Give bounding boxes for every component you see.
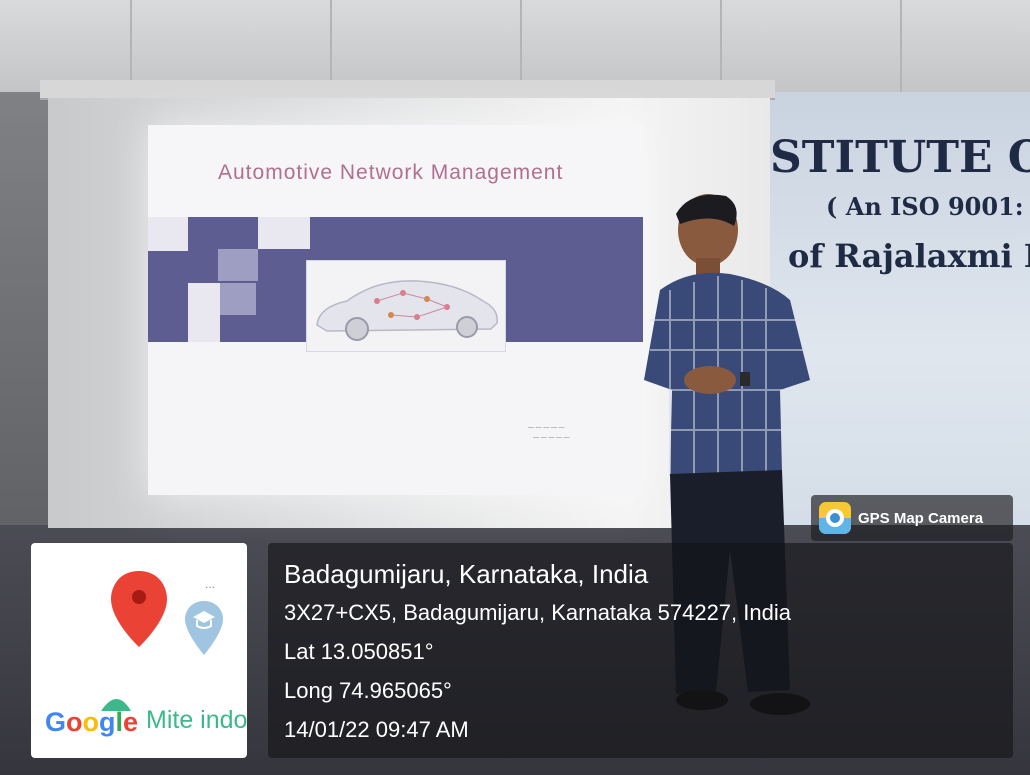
latitude: Lat 13.050851° xyxy=(284,639,434,664)
more-icon: ... xyxy=(205,577,216,591)
timestamp: 14/01/22 09:47 AM xyxy=(284,717,469,742)
gps-overlay: ... Google Mite indo GPS Map Camera Bada… xyxy=(0,0,1030,775)
longitude: Long 74.965065° xyxy=(284,678,452,703)
place-name: Badagumijaru, Karnataka, India xyxy=(284,559,649,589)
location-pin-icon xyxy=(111,571,167,647)
google-logo: Google xyxy=(45,707,139,737)
address: 3X27+CX5, Badagumijaru, Karnataka 574227… xyxy=(284,600,791,625)
gps-map-camera-app-icon xyxy=(819,502,851,534)
app-badge-label: GPS Map Camera xyxy=(858,510,984,527)
map-place-label: Mite indo xyxy=(146,706,248,734)
